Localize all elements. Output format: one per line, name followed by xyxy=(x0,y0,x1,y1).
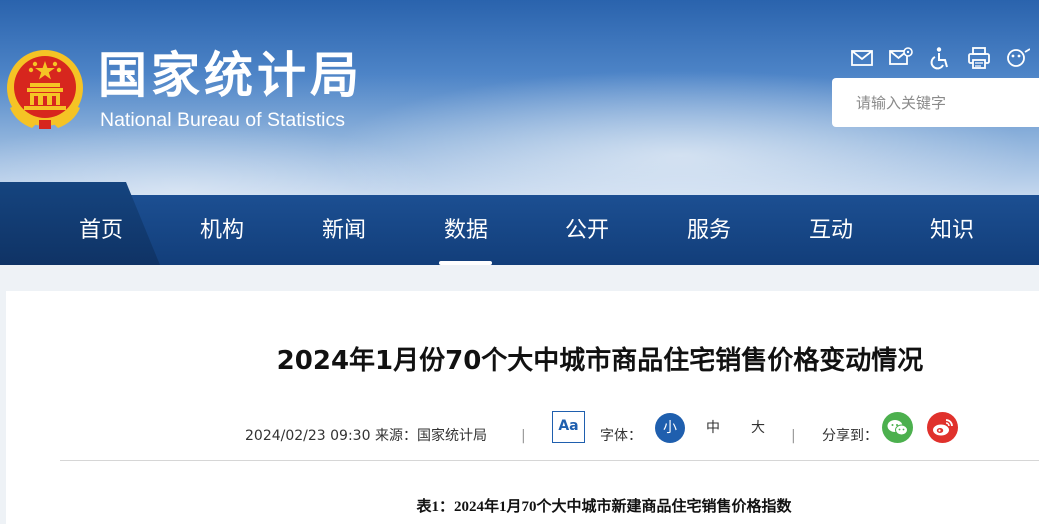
main-nav: 首页 机构 新闻 数据 公开 服务 互动 知识 xyxy=(0,182,1039,265)
nav-item-knowledge[interactable]: 知识 xyxy=(902,195,1002,265)
weibo-share-icon[interactable] xyxy=(927,412,958,443)
font-size-medium-button[interactable]: 中 xyxy=(698,413,728,443)
article-title: 2024年1月份70个大中城市商品住宅销售价格变动情况 xyxy=(276,346,924,376)
nav-item-services[interactable]: 服务 xyxy=(659,195,759,265)
share-label: 分享到： xyxy=(822,428,878,444)
print-icon[interactable] xyxy=(967,46,991,70)
meta-separator: | xyxy=(521,428,526,444)
nav-item-disclosure[interactable]: 公开 xyxy=(537,195,637,265)
search-input[interactable] xyxy=(854,78,1039,127)
meta-separator: | xyxy=(791,428,796,444)
site-header: 国家统计局 National Bureau of Statistics xyxy=(0,0,1039,195)
nav-item-institutions[interactable]: 机构 xyxy=(172,195,272,265)
accessibility-icon[interactable] xyxy=(928,46,952,70)
table-caption: 表1：2024年1月70个大中城市新建商品住宅销售价格指数 xyxy=(416,499,792,515)
font-toggle-button[interactable]: Aa xyxy=(552,411,585,443)
nav-item-interaction[interactable]: 互动 xyxy=(781,195,881,265)
header-toolbar xyxy=(850,46,1030,70)
wechat-share-icon[interactable] xyxy=(882,412,913,443)
mail-icon[interactable] xyxy=(850,46,874,70)
article-source: 来源：国家统计局 xyxy=(375,428,487,444)
mail-settings-icon[interactable] xyxy=(889,46,913,70)
nav-active-indicator xyxy=(439,261,492,265)
national-emblem-icon[interactable] xyxy=(6,48,84,130)
nav-item-news[interactable]: 新闻 xyxy=(294,195,394,265)
font-size-small-button[interactable]: 小 xyxy=(655,413,685,443)
meta-divider xyxy=(60,460,1039,461)
nav-item-home[interactable]: 首页 xyxy=(51,195,151,265)
nav-item-data[interactable]: 数据 xyxy=(416,195,516,265)
article-container xyxy=(6,291,1039,524)
font-size-large-button[interactable]: 大 xyxy=(743,413,773,443)
article-date: 2024/02/23 09:30 xyxy=(245,428,371,444)
site-name-en[interactable]: National Bureau of Statistics xyxy=(100,108,345,132)
search-box xyxy=(832,78,1039,127)
elder-mode-icon[interactable] xyxy=(1006,46,1030,70)
site-name-cn[interactable]: 国家统计局 xyxy=(98,48,363,104)
font-size-label: 字体： xyxy=(600,428,642,444)
